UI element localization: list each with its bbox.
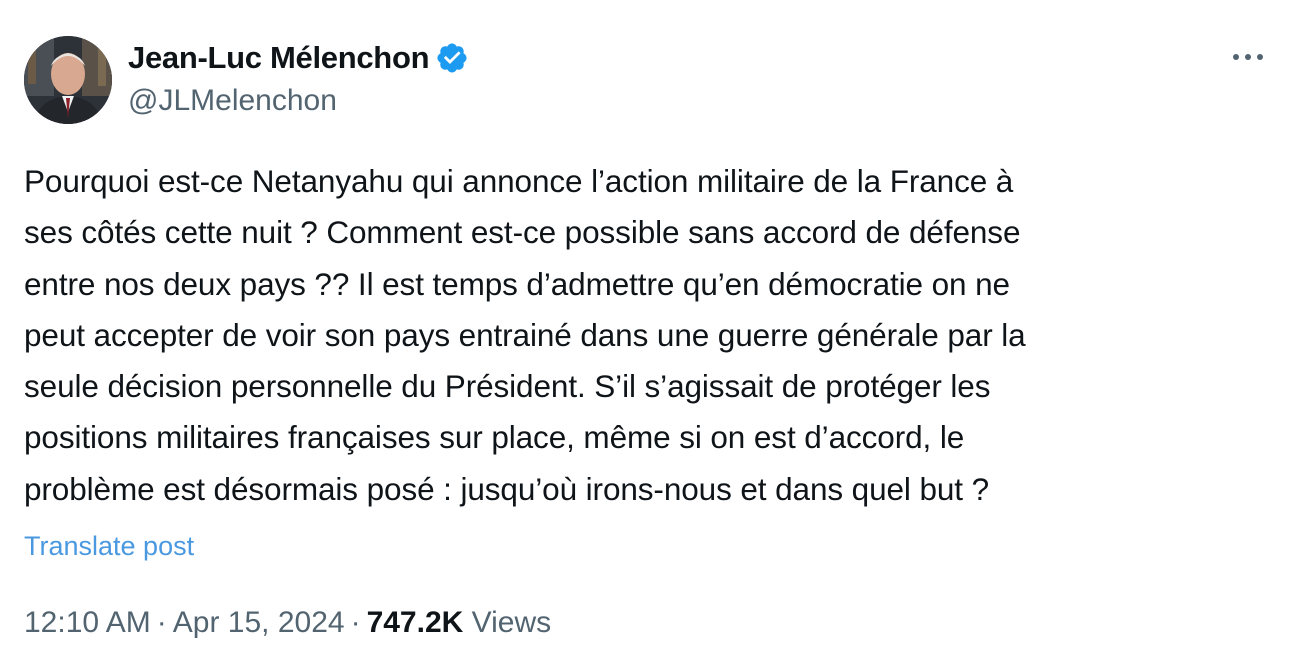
author-display-name[interactable]: Jean-Luc Mélenchon (128, 40, 430, 76)
verified-badge-icon[interactable] (435, 41, 469, 75)
tweet-date[interactable]: Apr 15, 2024 (173, 606, 345, 639)
author-handle[interactable]: @JLMelenchon (128, 84, 337, 118)
meta-separator: · (156, 606, 167, 639)
tweet-metadata: 12:10 AM · Apr 15, 2024 · 747.2K Views (24, 606, 551, 640)
tweet-time[interactable]: 12:10 AM (24, 606, 151, 639)
more-options-button[interactable] (1228, 42, 1268, 72)
views-label[interactable]: Views (472, 606, 551, 639)
tweet-text: Pourquoi est-ce Netanyahu qui annonce l’… (24, 163, 1026, 507)
avatar[interactable] (24, 36, 112, 124)
meta-separator: · (350, 606, 361, 639)
profile-photo (24, 36, 112, 124)
translate-post-link[interactable]: Translate post (24, 531, 194, 562)
author-name[interactable]: Jean-Luc Mélenchon (128, 40, 469, 76)
more-options-icon (1233, 54, 1263, 60)
tweet-card: Jean-Luc Mélenchon @JLMelenchon Pourquoi… (0, 0, 1292, 660)
views-count[interactable]: 747.2K (367, 606, 464, 639)
